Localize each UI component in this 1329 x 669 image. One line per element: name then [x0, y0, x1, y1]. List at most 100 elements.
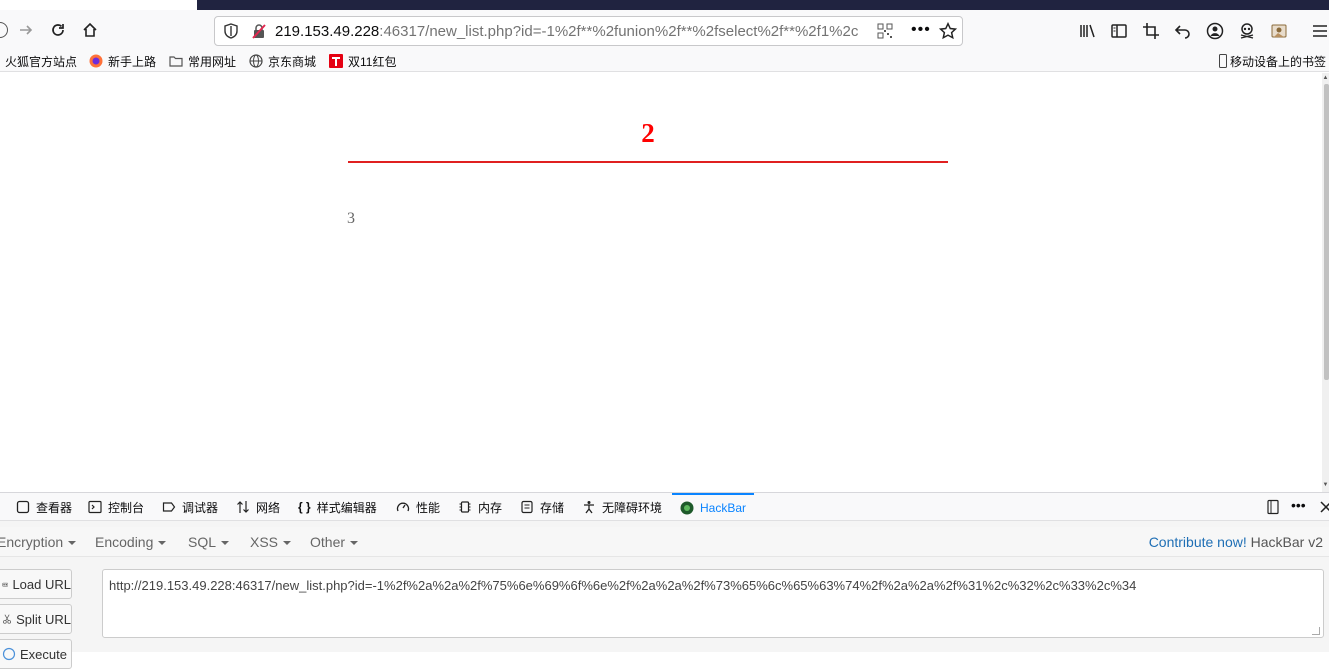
tab-label: HackBar: [700, 501, 747, 515]
title-strip: [0, 0, 1329, 10]
back-button[interactable]: [0, 18, 12, 42]
contribute-text: Contribute now! HackBar v2: [1149, 534, 1323, 550]
screenshot-crop-icon[interactable]: [1142, 22, 1160, 40]
devtools-toolbar: 查看器 控制台 调试器 网络 { } 样式编辑器 性能 内存 存储 无障碍环境 …: [0, 492, 1329, 521]
accessibility-person-icon: [584, 501, 594, 514]
scrollbar-thumb[interactable]: [1324, 84, 1329, 380]
page-body-text: 3: [347, 210, 355, 227]
bookmark-mobile[interactable]: 移动设备上的书签: [1219, 53, 1326, 69]
storage-icon: [521, 500, 533, 514]
insecure-lock-icon[interactable]: [251, 23, 267, 39]
tab-label: 性能: [416, 500, 441, 515]
forward-button[interactable]: [14, 18, 38, 42]
extension-image-icon[interactable]: [1270, 22, 1288, 40]
bookmarks-toolbar: 火狐官方站点 新手上路 常用网址 京东商城 双11红包 移动设备上的书签: [0, 50, 1329, 72]
bookmark-common-sites[interactable]: 常用网址: [169, 53, 236, 69]
tab-accessibility[interactable]: 无障碍环境: [582, 493, 662, 521]
tab-label: 存储: [540, 500, 565, 515]
reload-button[interactable]: [46, 18, 70, 42]
page-actions-icon[interactable]: •••: [911, 21, 931, 39]
folder-icon: [169, 56, 183, 67]
tab-label: 样式编辑器: [316, 500, 377, 515]
scissors-icon: [3, 614, 11, 624]
bookmark-label: 新手上路: [108, 54, 157, 69]
tab-network[interactable]: 网络: [236, 493, 280, 521]
menu-other[interactable]: Other: [310, 534, 359, 550]
dock-side-icon[interactable]: [1265, 499, 1281, 515]
page-viewport: 2 3: [0, 73, 1322, 492]
bookmark-label: 常用网址: [188, 54, 237, 69]
tab-label: 查看器: [36, 500, 73, 515]
hackbar-url-textarea[interactable]: http://219.153.49.228:46317/new_list.php…: [102, 569, 1324, 638]
url-text[interactable]: 219.153.49.228:46317/new_list.php?id=-1%…: [275, 23, 875, 41]
execute-button[interactable]: Execute: [0, 639, 72, 669]
bookmark-double11[interactable]: 双11红包: [329, 53, 396, 69]
performance-gauge-icon: [396, 502, 410, 512]
menu-xss[interactable]: XSS: [250, 534, 292, 550]
tab-label: 调试器: [182, 500, 219, 515]
heading-rule: [348, 161, 948, 163]
qr-code-icon[interactable]: [877, 23, 893, 39]
menu-label: Encoding: [95, 534, 154, 550]
reload-icon: [52, 24, 64, 36]
bookmark-getting-started[interactable]: 新手上路: [89, 53, 156, 69]
page-heading: 2: [641, 118, 655, 148]
scroll-up-arrow-icon[interactable]: ▲: [1322, 73, 1329, 83]
tab-storage[interactable]: 存储: [520, 493, 564, 521]
library-icon[interactable]: [1078, 22, 1096, 40]
caret-down-icon: [68, 541, 77, 546]
menu-label: Other: [310, 534, 346, 550]
home-button[interactable]: [78, 18, 102, 42]
close-icon[interactable]: [1318, 499, 1329, 515]
devtools-more-icon[interactable]: •••: [1291, 497, 1311, 513]
contribute-link[interactable]: Contribute now!: [1149, 534, 1247, 550]
tab-strip: [197, 0, 1329, 10]
undo-arrow-icon[interactable]: [1174, 22, 1192, 40]
hamburger-menu-icon[interactable]: [1311, 22, 1329, 40]
tracking-shield-icon[interactable]: [223, 23, 239, 39]
tab-style-editor[interactable]: { } 样式编辑器: [298, 493, 377, 521]
navigation-toolbar: 219.153.49.228:46317/new_list.php?id=-1%…: [0, 10, 1329, 50]
console-icon: [88, 500, 102, 514]
tab-label: 无障碍环境: [602, 500, 663, 515]
bookmark-label: 双11红包: [348, 54, 397, 69]
load-url-button[interactable]: Load URL: [0, 569, 72, 599]
braces-icon: { }: [298, 500, 311, 514]
menu-sql[interactable]: SQL: [188, 534, 230, 550]
menu-label: SQL: [188, 534, 217, 550]
tab-console[interactable]: 控制台: [88, 493, 144, 521]
tab-debugger[interactable]: 调试器: [162, 493, 218, 521]
menu-encryption[interactable]: Encryption: [0, 534, 77, 550]
skull-extension-icon[interactable]: [1238, 22, 1256, 40]
menu-encoding[interactable]: Encoding: [95, 534, 167, 550]
menu-label: XSS: [250, 534, 279, 550]
hackbar-url-value: http://219.153.49.228:46317/new_list.php…: [109, 578, 1137, 593]
debugger-icon: [162, 502, 176, 512]
hackbar-logo-icon: [680, 501, 694, 515]
scroll-down-arrow-icon[interactable]: ▼: [1322, 480, 1329, 490]
mobile-device-icon: [1219, 54, 1227, 68]
home-icon: [83, 22, 97, 37]
tab-label: 内存: [478, 500, 503, 515]
sidebar-icon[interactable]: [1110, 22, 1128, 40]
memory-chip-icon: [459, 501, 471, 513]
firefox-icon: [89, 54, 103, 68]
back-icon: [0, 22, 8, 38]
account-icon[interactable]: [1206, 22, 1224, 40]
tab-hackbar[interactable]: HackBar: [672, 493, 755, 521]
bookmark-jd[interactable]: 京东商城: [249, 53, 316, 69]
tab-performance[interactable]: 性能: [396, 493, 440, 521]
caret-down-icon: [158, 541, 167, 546]
network-arrows-icon: [237, 501, 249, 513]
resize-handle-icon[interactable]: [1312, 627, 1320, 635]
caret-down-icon: [283, 541, 292, 546]
tab-inspector[interactable]: 查看器: [16, 493, 72, 521]
url-path: :46317/new_list.php?id=-1%2f**%2funion%2…: [379, 23, 859, 40]
bookmark-label: 火狐官方站点: [5, 54, 78, 69]
bookmark-star-icon[interactable]: [939, 22, 957, 40]
url-bar[interactable]: 219.153.49.228:46317/new_list.php?id=-1%…: [214, 16, 963, 46]
tab-memory[interactable]: 内存: [458, 493, 502, 521]
bookmark-firefox-official[interactable]: 火狐官方站点: [0, 53, 77, 69]
split-url-button[interactable]: Split URL: [0, 604, 72, 634]
url-host: 219.153.49.228: [275, 23, 380, 40]
